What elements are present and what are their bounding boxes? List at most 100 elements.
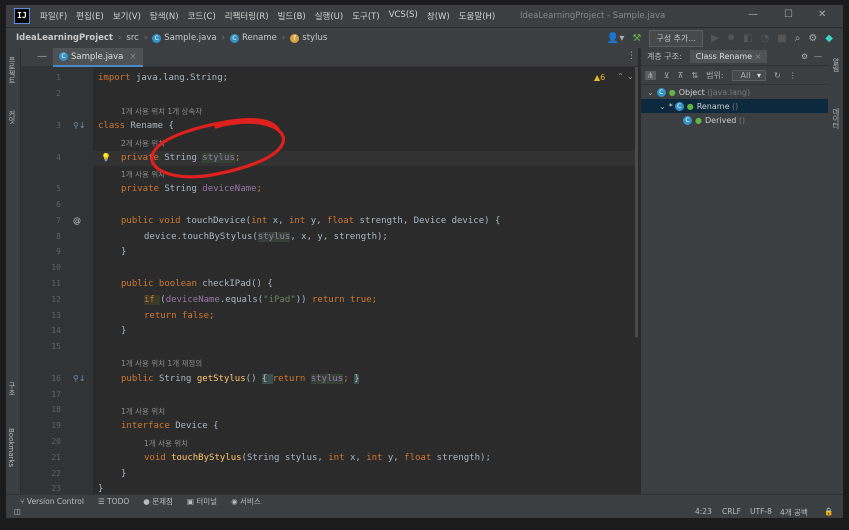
hierarchy-toolbar: ⋔ ⊻ ⊼ ⇅ 범위: All ▾ ↻ ⋮ <box>641 66 828 85</box>
close-tab-icon[interactable]: × <box>129 52 136 62</box>
minimize-icon[interactable]: — <box>748 9 758 20</box>
jetbrains-toolbox-icon[interactable]: ◆ <box>825 33 833 44</box>
terminal-tab[interactable]: ▣ 터미널 <box>187 496 217 507</box>
database-tool-tab[interactable]: 데이터 <box>831 108 841 129</box>
breadcrumb-project[interactable]: IdeaLearningProject <box>16 33 113 43</box>
search-icon[interactable]: ⌕ <box>795 33 801 44</box>
coverage-icon[interactable]: ◧ <box>743 33 752 44</box>
services-tab[interactable]: ◉ 서비스 <box>231 496 261 507</box>
stop-icon[interactable]: ■ <box>777 33 786 44</box>
tree-item-derived[interactable]: C ● Derived () <box>641 113 828 127</box>
file-encoding[interactable]: UTF-8 <box>750 507 772 516</box>
line-number: 15 <box>51 342 61 351</box>
line-separator[interactable]: CRLF <box>722 507 741 516</box>
structure-tool-tab[interactable]: 구조 <box>7 382 17 396</box>
code-line: private String stylus; <box>121 153 241 163</box>
tree-item-rename[interactable]: ⌄ * C ● Rename () <box>641 99 828 113</box>
code-line: private String deviceName; <box>121 184 262 194</box>
java-file-icon: C <box>152 33 162 43</box>
overridden-icon[interactable]: ⚲↓ <box>73 374 86 383</box>
todo-tab[interactable]: ☰ TODO <box>98 497 129 506</box>
scope-select[interactable]: All ▾ <box>731 69 767 81</box>
minimize-panel-icon[interactable]: — <box>37 51 47 62</box>
menu-vcs[interactable]: VCS(S) <box>389 10 418 22</box>
hierarchy-tab[interactable]: Class Rename × <box>689 50 768 63</box>
right-tool-strip: 알림 데이터 <box>828 48 843 494</box>
inlay-hint[interactable]: 1개 사용 위치 1개 재정의 <box>121 358 202 369</box>
inlay-hint[interactable]: 1개 사용 위치 <box>121 169 165 180</box>
menu-code[interactable]: 코드(C) <box>188 10 216 22</box>
close-icon[interactable]: ✕ <box>818 9 826 20</box>
breadcrumb-field[interactable]: stylus <box>302 33 327 43</box>
breadcrumb-src[interactable]: src <box>126 33 138 43</box>
run-config-select[interactable]: 구성 추가... <box>649 30 703 47</box>
lock-icon[interactable]: 🔒 <box>824 507 833 516</box>
menu-run[interactable]: 실행(U) <box>315 10 344 22</box>
breadcrumb-file[interactable]: Sample.java <box>164 33 216 43</box>
profile-icon[interactable]: ◔ <box>761 33 770 44</box>
navigation-bar: IdeaLearningProject › src › C Sample.jav… <box>6 27 843 49</box>
hammer-icon[interactable]: ⚒ <box>632 33 641 44</box>
inlay-hint[interactable]: 1개 사용 위치 1개 상속자 <box>121 106 202 117</box>
project-tool-tab[interactable]: 프로젝트 <box>7 56 17 84</box>
lightbulb-icon[interactable]: 💡 <box>101 153 111 162</box>
inlay-hint[interactable]: 1개 사용 위치 <box>144 438 188 449</box>
sort-alpha-icon[interactable]: ⇅ <box>691 71 698 80</box>
more-options-icon[interactable]: ⋮ <box>789 71 797 80</box>
debug-icon[interactable]: ✹ <box>727 33 735 44</box>
close-tab-icon[interactable]: × <box>755 52 762 61</box>
menu-build[interactable]: 빌드(B) <box>278 10 306 22</box>
line-number: 9 <box>56 247 61 256</box>
indent-setting[interactable]: 4개 공백 <box>780 507 808 518</box>
line-number: 13 <box>51 311 61 320</box>
menu-view[interactable]: 보기(V) <box>113 10 141 22</box>
version-control-tab[interactable]: ⑂ Version Control <box>20 497 84 506</box>
inlay-hint[interactable]: 2개 사용 위치 <box>121 138 165 149</box>
warnings-indicator[interactable]: ▲6 <box>594 73 605 82</box>
layout-icon[interactable]: ◫ <box>14 507 21 516</box>
bookmarks-tool-tab[interactable]: Bookmarks <box>7 428 15 467</box>
bottom-tool-bar: ⑂ Version Control ☰ TODO ● 문제점 ▣ 터미널 ◉ 서… <box>6 494 843 508</box>
commit-tool-tab[interactable]: 커밋 <box>7 110 17 124</box>
run-icon[interactable]: ▶ <box>711 33 719 44</box>
more-options-icon[interactable]: ⋮ <box>627 51 636 61</box>
chevron-right-icon: › <box>221 33 226 43</box>
refresh-icon[interactable]: ↻ <box>774 71 781 80</box>
notifications-tool-tab[interactable]: 알림 <box>831 58 841 72</box>
line-number: 1 <box>56 73 61 82</box>
type-hierarchy-icon[interactable]: ⋔ <box>645 70 656 80</box>
menu-help[interactable]: 도움말(H) <box>459 10 495 22</box>
breadcrumb-class[interactable]: Rename <box>242 33 277 43</box>
chevron-down-icon[interactable]: ⌄ <box>647 88 654 97</box>
chevron-down-icon[interactable]: ⌄ <box>627 72 634 81</box>
editor-tab-sample-java[interactable]: C Sample.java × <box>53 48 143 67</box>
user-icon[interactable]: 👤▾ <box>607 33 624 44</box>
problems-tab[interactable]: ● 문제점 <box>143 496 173 507</box>
menu-edit[interactable]: 편집(E) <box>76 10 104 22</box>
inlay-hint[interactable]: 1개 사용 위치 <box>121 406 165 417</box>
hide-panel-icon[interactable]: — <box>814 52 822 61</box>
chevron-right-icon: › <box>143 33 148 43</box>
subtypes-icon[interactable]: ⊼ <box>678 71 684 80</box>
maximize-icon[interactable]: ☐ <box>784 9 793 20</box>
intellij-logo-icon[interactable]: IJ <box>14 8 30 24</box>
chevron-down-icon[interactable]: ⌄ <box>659 102 666 111</box>
caret-position[interactable]: 4:23 <box>695 507 712 516</box>
menu-navigate[interactable]: 탐색(N) <box>150 10 179 22</box>
menu-window[interactable]: 창(W) <box>427 10 450 22</box>
implemented-icon[interactable]: ⚲↓ <box>73 121 86 130</box>
menu-tools[interactable]: 도구(T) <box>352 10 379 22</box>
annotation-at-icon[interactable]: @ <box>73 216 81 225</box>
tree-item-object[interactable]: ⌄ C ● Object (java.lang) <box>641 85 828 99</box>
menu-file[interactable]: 파일(F) <box>40 10 67 22</box>
chevron-right-icon: › <box>118 33 122 43</box>
line-number: 5 <box>56 184 61 193</box>
settings-icon[interactable]: ⚙ <box>801 52 808 61</box>
code-line: import java.lang.String; <box>98 73 229 83</box>
chevron-up-icon[interactable]: ⌃ <box>617 72 624 81</box>
settings-icon[interactable]: ⚙ <box>808 33 817 44</box>
menu-refactor[interactable]: 리팩터링(R) <box>225 10 269 22</box>
supertypes-icon[interactable]: ⊻ <box>664 71 670 80</box>
code-editor[interactable]: 1 2 3 4 5 6 7 8 9 10 11 12 13 14 15 16 1… <box>21 67 654 494</box>
editor-scrollbar[interactable] <box>635 67 638 337</box>
